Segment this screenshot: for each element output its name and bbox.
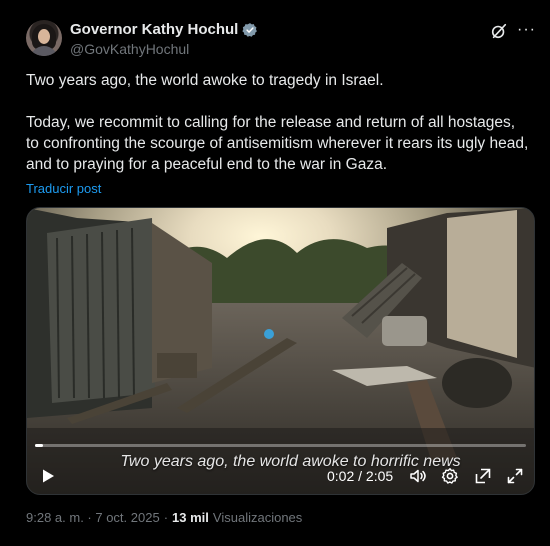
author-handle[interactable]: @GovKathyHochul [70,41,189,57]
video-frame [27,208,534,494]
tweet-footer: 9:28 a. m. · 7 oct. 2025 · 13 mil Visual… [26,510,302,525]
post-timestamp[interactable]: 9:28 a. m. · 7 oct. 2025 [26,510,160,525]
picture-in-picture-icon[interactable] [474,467,492,485]
tweet-header: Governor Kathy Hochul @GovKathyHochul ··… [26,20,536,60]
video-controls: 0:02 / 2:05 [27,458,534,494]
grok-icon[interactable] [490,22,508,40]
avatar[interactable] [26,20,62,56]
more-icon[interactable]: ··· [517,21,536,39]
volume-icon[interactable] [409,467,427,485]
video-progress-fill [35,444,43,447]
translate-link[interactable]: Traducir post [26,181,101,196]
views-count[interactable]: 13 mil [172,510,209,525]
video-player[interactable]: Two years ago, the world awoke to horrif… [26,207,535,495]
author-name-row: Governor Kathy Hochul [70,21,258,38]
verified-badge-icon [242,22,258,37]
video-time: 0:02 / 2:05 [327,468,394,484]
tweet-paragraph-2: Today, we recommit to calling for the re… [26,114,529,173]
fullscreen-icon[interactable] [506,467,524,485]
tweet-paragraph-1: Two years ago, the world awoke to traged… [26,72,384,89]
footer-separator: · [163,510,169,525]
play-icon[interactable] [40,468,56,484]
video-progress-bar[interactable] [35,444,526,447]
settings-icon[interactable] [441,467,459,485]
views-label[interactable]: Visualizaciones [213,510,302,525]
tweet-text: Two years ago, the world awoke to traged… [26,70,531,175]
author-name[interactable]: Governor Kathy Hochul [70,21,238,38]
